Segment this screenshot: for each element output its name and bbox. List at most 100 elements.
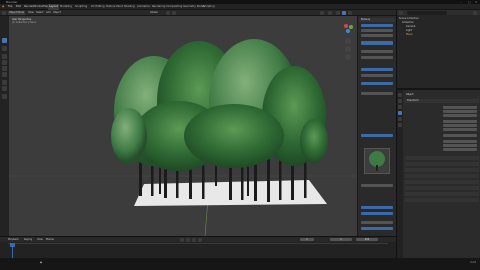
camera-view-icon[interactable] [345, 54, 351, 60]
category-dropdown[interactable] [361, 34, 393, 37]
spawn-button[interactable] [361, 41, 393, 45]
finish-button[interactable] [361, 227, 393, 230]
measure-tool[interactable] [2, 86, 7, 91]
navigation-gizmo[interactable] [342, 22, 354, 34]
outliner-editor-icon[interactable] [399, 10, 403, 15]
shading-rendered-icon[interactable] [348, 11, 352, 15]
add-cube-tool[interactable] [2, 94, 7, 99]
proportional-edit-icon[interactable] [172, 11, 176, 15]
jump-end-icon[interactable] [198, 237, 202, 242]
seed-field[interactable] [361, 56, 393, 59]
rotation-y-field[interactable] [443, 124, 477, 127]
3d-viewport[interactable]: User Perspective (1) Collection | Plane [9, 16, 357, 236]
modifier-tab-icon[interactable] [398, 117, 402, 121]
select-menu[interactable]: Select [36, 11, 43, 15]
transform-orientation-dropdown[interactable]: Global [150, 11, 158, 15]
current-frame-field[interactable]: 1 [300, 238, 314, 241]
shading-material-icon[interactable] [342, 11, 346, 15]
tree-preview-thumbnail[interactable] [364, 148, 390, 174]
density-field[interactable] [361, 50, 393, 53]
object-tab-icon[interactable] [398, 111, 402, 115]
viewport-display-section[interactable] [405, 192, 479, 196]
outliner-header [397, 10, 480, 15]
status-bar: ● 3.2.0 [0, 258, 480, 270]
visibility-section[interactable] [405, 186, 479, 190]
light-row[interactable]: Light [406, 29, 412, 32]
panel-header[interactable]: Botaniq [359, 18, 395, 22]
filter-icon[interactable] [473, 10, 477, 15]
rotation-x-field[interactable] [443, 120, 477, 123]
custom-properties-section[interactable] [405, 198, 479, 202]
addon-side-panel: Botaniq [357, 16, 396, 236]
rotation-z-field[interactable] [443, 128, 477, 131]
scene-tab-icon[interactable] [398, 105, 402, 109]
distribution-button[interactable] [361, 134, 393, 137]
cursor-tool[interactable] [2, 46, 7, 51]
instancing-section[interactable] [405, 174, 479, 178]
collection-row[interactable]: Collection [402, 21, 414, 24]
extra-field[interactable] [361, 221, 393, 224]
location-z-field[interactable] [443, 114, 477, 117]
view-menu[interactable]: View [28, 11, 34, 15]
select-box-tool[interactable] [2, 38, 7, 43]
scatter-button[interactable] [361, 68, 393, 71]
snap-icon[interactable] [166, 11, 170, 15]
bake-button[interactable] [361, 212, 393, 215]
timeline-view-menu[interactable]: View [37, 238, 43, 242]
output-tab-icon[interactable] [398, 99, 402, 103]
transform-section[interactable]: Transform [405, 99, 479, 103]
collections-section[interactable] [405, 168, 479, 172]
object-menu[interactable]: Object [53, 11, 61, 15]
option-field[interactable] [361, 92, 393, 95]
annotate-tool[interactable] [2, 80, 7, 85]
relations-section[interactable] [405, 162, 479, 166]
rotate-tool[interactable] [2, 60, 7, 65]
plane-row[interactable]: Plane [406, 33, 413, 36]
scale-y-field[interactable] [443, 144, 477, 147]
spawn-option-field[interactable] [361, 29, 393, 32]
tree-thumbnail-icon [369, 151, 385, 171]
playback-menu[interactable]: Playback [8, 238, 19, 242]
scale-z-field[interactable] [443, 148, 477, 151]
keying-menu[interactable]: Keying [24, 238, 32, 242]
mode-field[interactable] [443, 134, 477, 137]
tool-shelf [0, 16, 9, 236]
scene-collection-row[interactable]: Scene Collection [399, 17, 419, 20]
apply-button[interactable] [361, 82, 393, 85]
outliner-search-input[interactable] [407, 10, 447, 15]
frame-ruler[interactable] [8, 243, 388, 244]
scale-tool[interactable] [2, 66, 7, 71]
scale-x-field[interactable] [443, 140, 477, 143]
end-frame-field[interactable]: 250 [356, 238, 378, 241]
generate-button[interactable] [361, 206, 393, 209]
marker-menu[interactable]: Marker [46, 238, 54, 242]
asset-browser-button[interactable] [361, 24, 393, 27]
variant-field[interactable] [361, 184, 393, 187]
play-icon[interactable] [192, 237, 196, 242]
start-frame-field[interactable]: 1 [330, 238, 352, 241]
editor-type-icon[interactable] [2, 11, 6, 15]
play-reverse-icon[interactable] [186, 237, 190, 242]
select-hint: ● [40, 261, 43, 264]
motion-paths-section[interactable] [405, 180, 479, 184]
mode-dropdown[interactable]: Object Mode [8, 11, 26, 15]
move-tool[interactable] [2, 54, 7, 59]
transform-tool[interactable] [2, 72, 7, 77]
render-tab-icon[interactable] [398, 93, 402, 97]
delta-transform-section[interactable] [405, 156, 479, 160]
material-tab-icon[interactable] [398, 123, 402, 127]
pan-icon[interactable] [345, 46, 351, 52]
camera-row[interactable]: Camera [406, 25, 415, 28]
zoom-icon[interactable] [345, 38, 351, 44]
version-label: 3.2.0 [470, 261, 476, 264]
properties-panel: Object Transform [396, 88, 480, 260]
overlays-icon[interactable] [320, 11, 324, 15]
xray-icon[interactable] [328, 11, 332, 15]
location-x-field[interactable] [443, 106, 477, 109]
add-menu[interactable]: Add [46, 11, 51, 15]
properties-tabs [397, 90, 403, 260]
shading-solid-icon[interactable] [336, 11, 340, 15]
location-y-field[interactable] [443, 110, 477, 113]
jump-start-icon[interactable] [180, 237, 184, 242]
mask-field[interactable] [361, 74, 393, 77]
